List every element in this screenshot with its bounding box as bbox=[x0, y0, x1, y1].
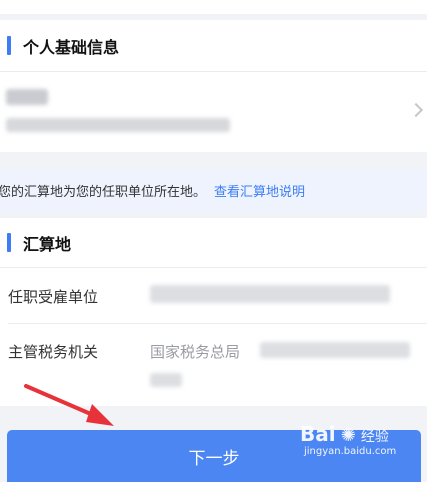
tax-authority-value: 国家税务总局 bbox=[150, 343, 241, 361]
settlement-notice: 您的汇算地为您的任职单位所在地。 查看汇算地说明 bbox=[0, 168, 427, 212]
watermark-site: jingyan.baidu.com bbox=[304, 446, 397, 457]
top-strip bbox=[0, 0, 427, 14]
notice-text: 您的汇算地为您的任职单位所在地。 bbox=[0, 184, 207, 200]
personal-info-title: 个人基础信息 bbox=[23, 37, 120, 57]
settlement-card: 汇算地 任职受雇单位 主管税务机关 国家税务总局 bbox=[0, 218, 427, 406]
section-accent-bar bbox=[7, 36, 11, 55]
redacted-name bbox=[6, 89, 48, 105]
employer-label: 任职受雇单位 bbox=[8, 287, 99, 306]
tax-authority-label: 主管税务机关 bbox=[8, 342, 99, 361]
personal-info-card: 个人基础信息 bbox=[0, 20, 427, 152]
redacted-employer bbox=[150, 285, 390, 303]
settlement-header: 汇算地 bbox=[0, 218, 427, 268]
chevron-right-icon bbox=[408, 102, 424, 118]
redacted-tax-authority-line2 bbox=[150, 373, 182, 387]
annotation-arrow-icon bbox=[24, 384, 114, 426]
paw-icon: ✺ bbox=[340, 425, 356, 446]
personal-info-header: 个人基础信息 bbox=[0, 20, 427, 72]
baidu-jingyan-watermark: Bai ✺ 经验 jingyan.baidu.com bbox=[300, 422, 420, 472]
section-accent-bar bbox=[7, 233, 11, 252]
settlement-title: 汇算地 bbox=[23, 234, 72, 254]
redacted-id bbox=[6, 118, 230, 132]
personal-info-row[interactable] bbox=[0, 73, 427, 152]
redacted-tax-authority bbox=[260, 342, 410, 358]
watermark-brand-suffix: 经验 bbox=[360, 429, 389, 445]
watermark-brand: Bai bbox=[300, 422, 336, 446]
settlement-explanation-link[interactable]: 查看汇算地说明 bbox=[214, 181, 305, 200]
